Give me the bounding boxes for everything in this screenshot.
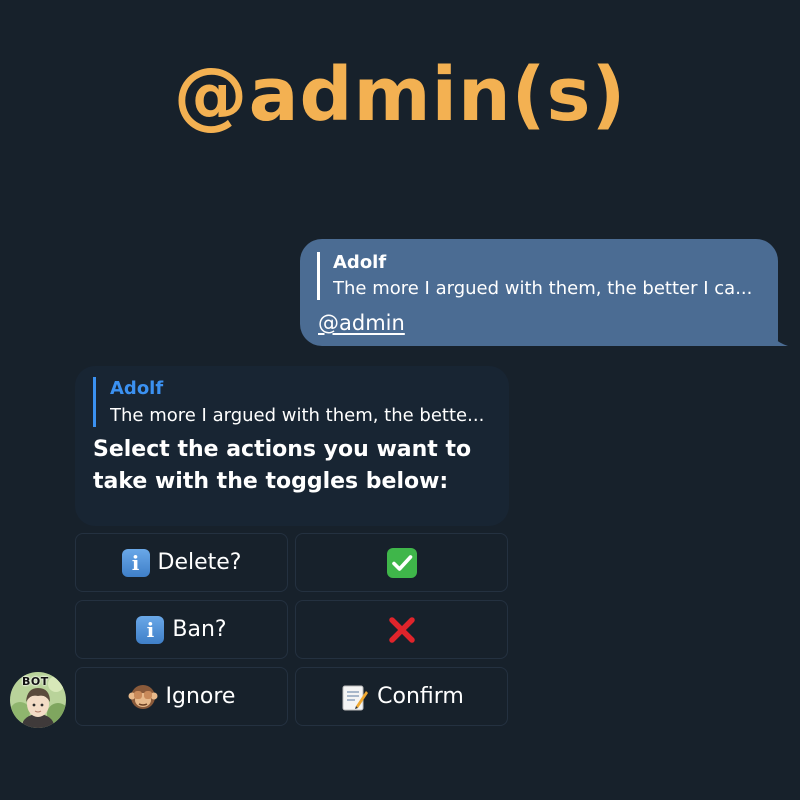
reply-preview-text: The more I argued with them, the bette..… bbox=[110, 405, 485, 426]
admin-mention-link[interactable]: @admin bbox=[318, 308, 405, 338]
reply-preview-text: The more I argued with them, the better … bbox=[333, 278, 753, 299]
button-label: Ban? bbox=[172, 617, 227, 642]
confirm-button[interactable]: Confirm bbox=[295, 667, 508, 726]
check-mark-icon bbox=[386, 547, 417, 578]
cross-mark-icon bbox=[385, 613, 419, 647]
bot-avatar[interactable]: BOT bbox=[10, 672, 66, 728]
ban-status-button[interactable] bbox=[295, 600, 508, 659]
info-icon: i bbox=[121, 548, 150, 577]
outgoing-reply-quote[interactable]: Adolf The more I argued with them, the b… bbox=[317, 252, 767, 300]
incoming-reply-quote[interactable]: Adolf The more I argued with them, the b… bbox=[93, 377, 498, 427]
see-no-evil-monkey-icon bbox=[128, 682, 158, 712]
button-label: Confirm bbox=[377, 684, 464, 709]
bot-message-text: Select the actions you want to take with… bbox=[93, 437, 472, 494]
memo-icon bbox=[339, 682, 369, 712]
info-icon: i bbox=[136, 615, 165, 644]
bot-badge: BOT bbox=[22, 675, 49, 688]
bubble-tail bbox=[760, 326, 788, 346]
delete-status-button[interactable] bbox=[295, 533, 508, 592]
button-label: Delete? bbox=[157, 550, 242, 575]
ignore-button[interactable]: Ignore bbox=[75, 667, 288, 726]
button-label: Ignore bbox=[165, 684, 236, 709]
reply-author-name: Adolf bbox=[110, 378, 164, 399]
page-title: @admin(s) bbox=[173, 52, 627, 138]
reply-author-name: Adolf bbox=[333, 252, 387, 273]
delete-toggle-button[interactable]: i Delete? bbox=[75, 533, 288, 592]
ban-toggle-button[interactable]: i Ban? bbox=[75, 600, 288, 659]
